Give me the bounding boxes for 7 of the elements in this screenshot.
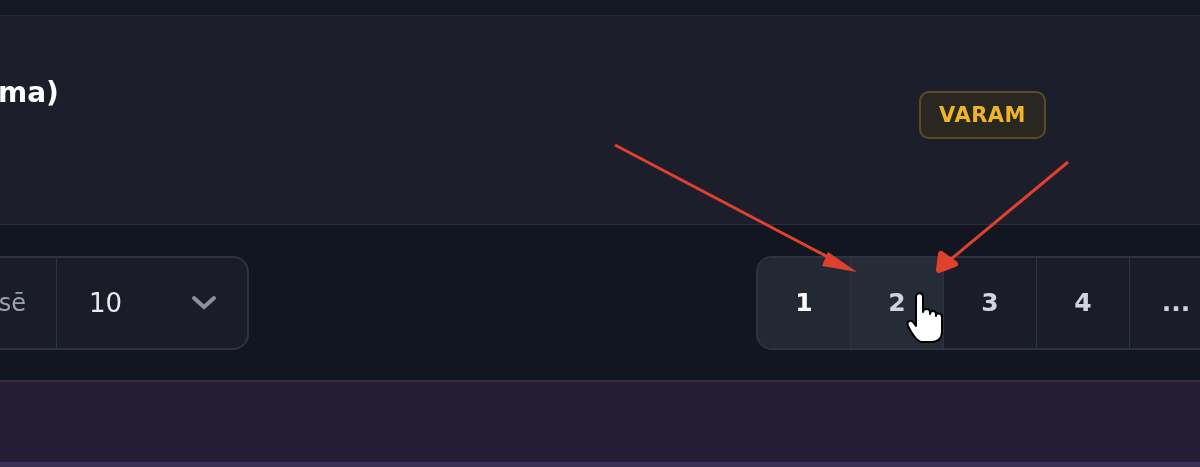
chevron-down-icon [191,294,217,311]
tooltip-badge: VARAM [919,91,1046,139]
card-title: ma) [0,76,59,109]
page-button[interactable]: 1 [758,257,851,348]
page-size-label: sē [0,257,57,348]
page-size-select[interactable]: 10 [57,257,247,348]
hand-cursor-icon [906,292,943,343]
